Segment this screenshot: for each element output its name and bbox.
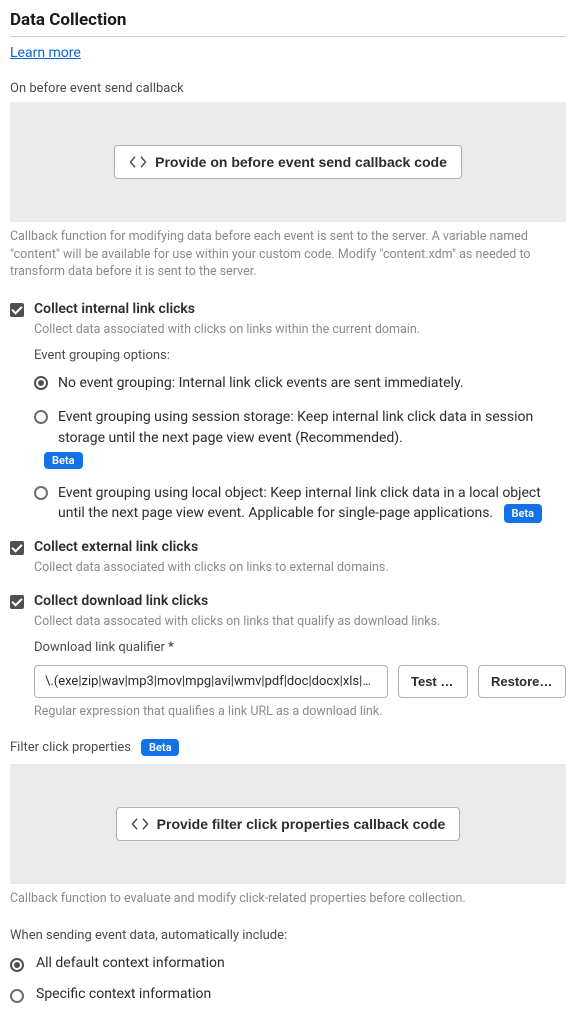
collect-external-title: Collect external link clicks	[34, 539, 198, 555]
context-label: When sending event data, automatically i…	[10, 928, 566, 943]
filter-click-label: Filter click properties	[10, 740, 131, 755]
before-send-label: On before event send callback	[10, 81, 566, 96]
grouping-session-radio[interactable]	[34, 410, 48, 424]
context-all-radio[interactable]	[10, 958, 24, 972]
filter-click-code-panel: Provide filter click properties callback…	[10, 764, 566, 884]
collect-download-title: Collect download link clicks	[34, 593, 208, 609]
grouping-none-radio[interactable]	[34, 376, 48, 390]
restore-default-button[interactable]: Restore default	[478, 665, 566, 698]
grouping-session-label: Event grouping using session storage: Ke…	[58, 407, 566, 448]
grouping-local-radio[interactable]	[34, 486, 48, 500]
test-regex-button[interactable]: Test regex	[398, 665, 468, 698]
context-specific-radio[interactable]	[10, 989, 24, 1003]
collect-internal-title: Collect internal link clicks	[34, 301, 195, 317]
context-specific-label: Specific context information	[36, 986, 211, 1002]
qualifier-help: Regular expression that qualifies a link…	[34, 704, 566, 719]
grouping-local-label: Event grouping using local object: Keep …	[58, 483, 566, 524]
collect-internal-desc: Collect data associated with clicks on l…	[34, 321, 566, 339]
learn-more-link[interactable]: Learn more	[10, 45, 81, 61]
context-all-label: All default context information	[36, 955, 225, 971]
collect-external-desc: Collect data associated with clicks on l…	[34, 559, 566, 577]
collect-internal-checkbox[interactable]	[10, 303, 24, 317]
grouping-label: Event grouping options:	[34, 348, 566, 363]
grouping-none-label: No event grouping: Internal link click e…	[58, 373, 464, 393]
beta-badge: Beta	[141, 739, 180, 756]
filter-click-help: Callback function to evaluate and modify…	[10, 890, 566, 908]
filter-click-button-label: Provide filter click properties callback…	[157, 816, 446, 832]
collect-download-checkbox[interactable]	[10, 595, 24, 609]
before-send-code-panel: Provide on before event send callback co…	[10, 102, 566, 222]
section-title: Data Collection	[10, 10, 566, 37]
beta-badge: Beta	[44, 452, 83, 469]
provide-filter-click-code-button[interactable]: Provide filter click properties callback…	[116, 807, 461, 841]
before-send-button-label: Provide on before event send callback co…	[155, 154, 447, 170]
beta-badge: Beta	[504, 504, 543, 524]
collect-download-desc: Collect data assocated with clicks on li…	[34, 613, 566, 631]
provide-before-send-code-button[interactable]: Provide on before event send callback co…	[114, 145, 462, 179]
qualifier-label: Download link qualifier *	[34, 640, 566, 655]
collect-external-checkbox[interactable]	[10, 541, 24, 555]
download-qualifier-input[interactable]	[34, 665, 388, 698]
before-send-help: Callback function for modifying data bef…	[10, 228, 566, 281]
code-icon	[129, 155, 147, 169]
code-icon	[131, 817, 149, 831]
